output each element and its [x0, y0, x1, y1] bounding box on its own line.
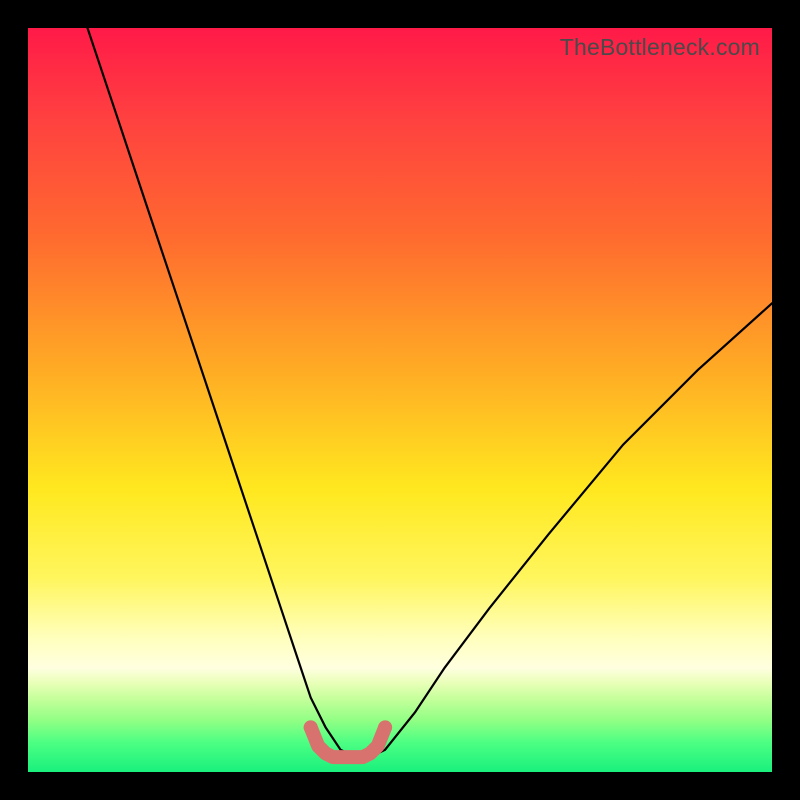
- bottom-marker-group: [304, 720, 392, 757]
- chart-frame: TheBottleneck.com: [0, 0, 800, 800]
- bottom-marker-dot: [304, 720, 318, 734]
- bottom-marker-dot: [378, 720, 392, 734]
- watermark-text: TheBottleneck.com: [560, 34, 760, 61]
- chart-plot-area: TheBottleneck.com: [28, 28, 772, 772]
- bottom-marker-path: [311, 727, 385, 757]
- bottleneck-curve-path: [88, 28, 773, 757]
- chart-svg: [28, 28, 772, 772]
